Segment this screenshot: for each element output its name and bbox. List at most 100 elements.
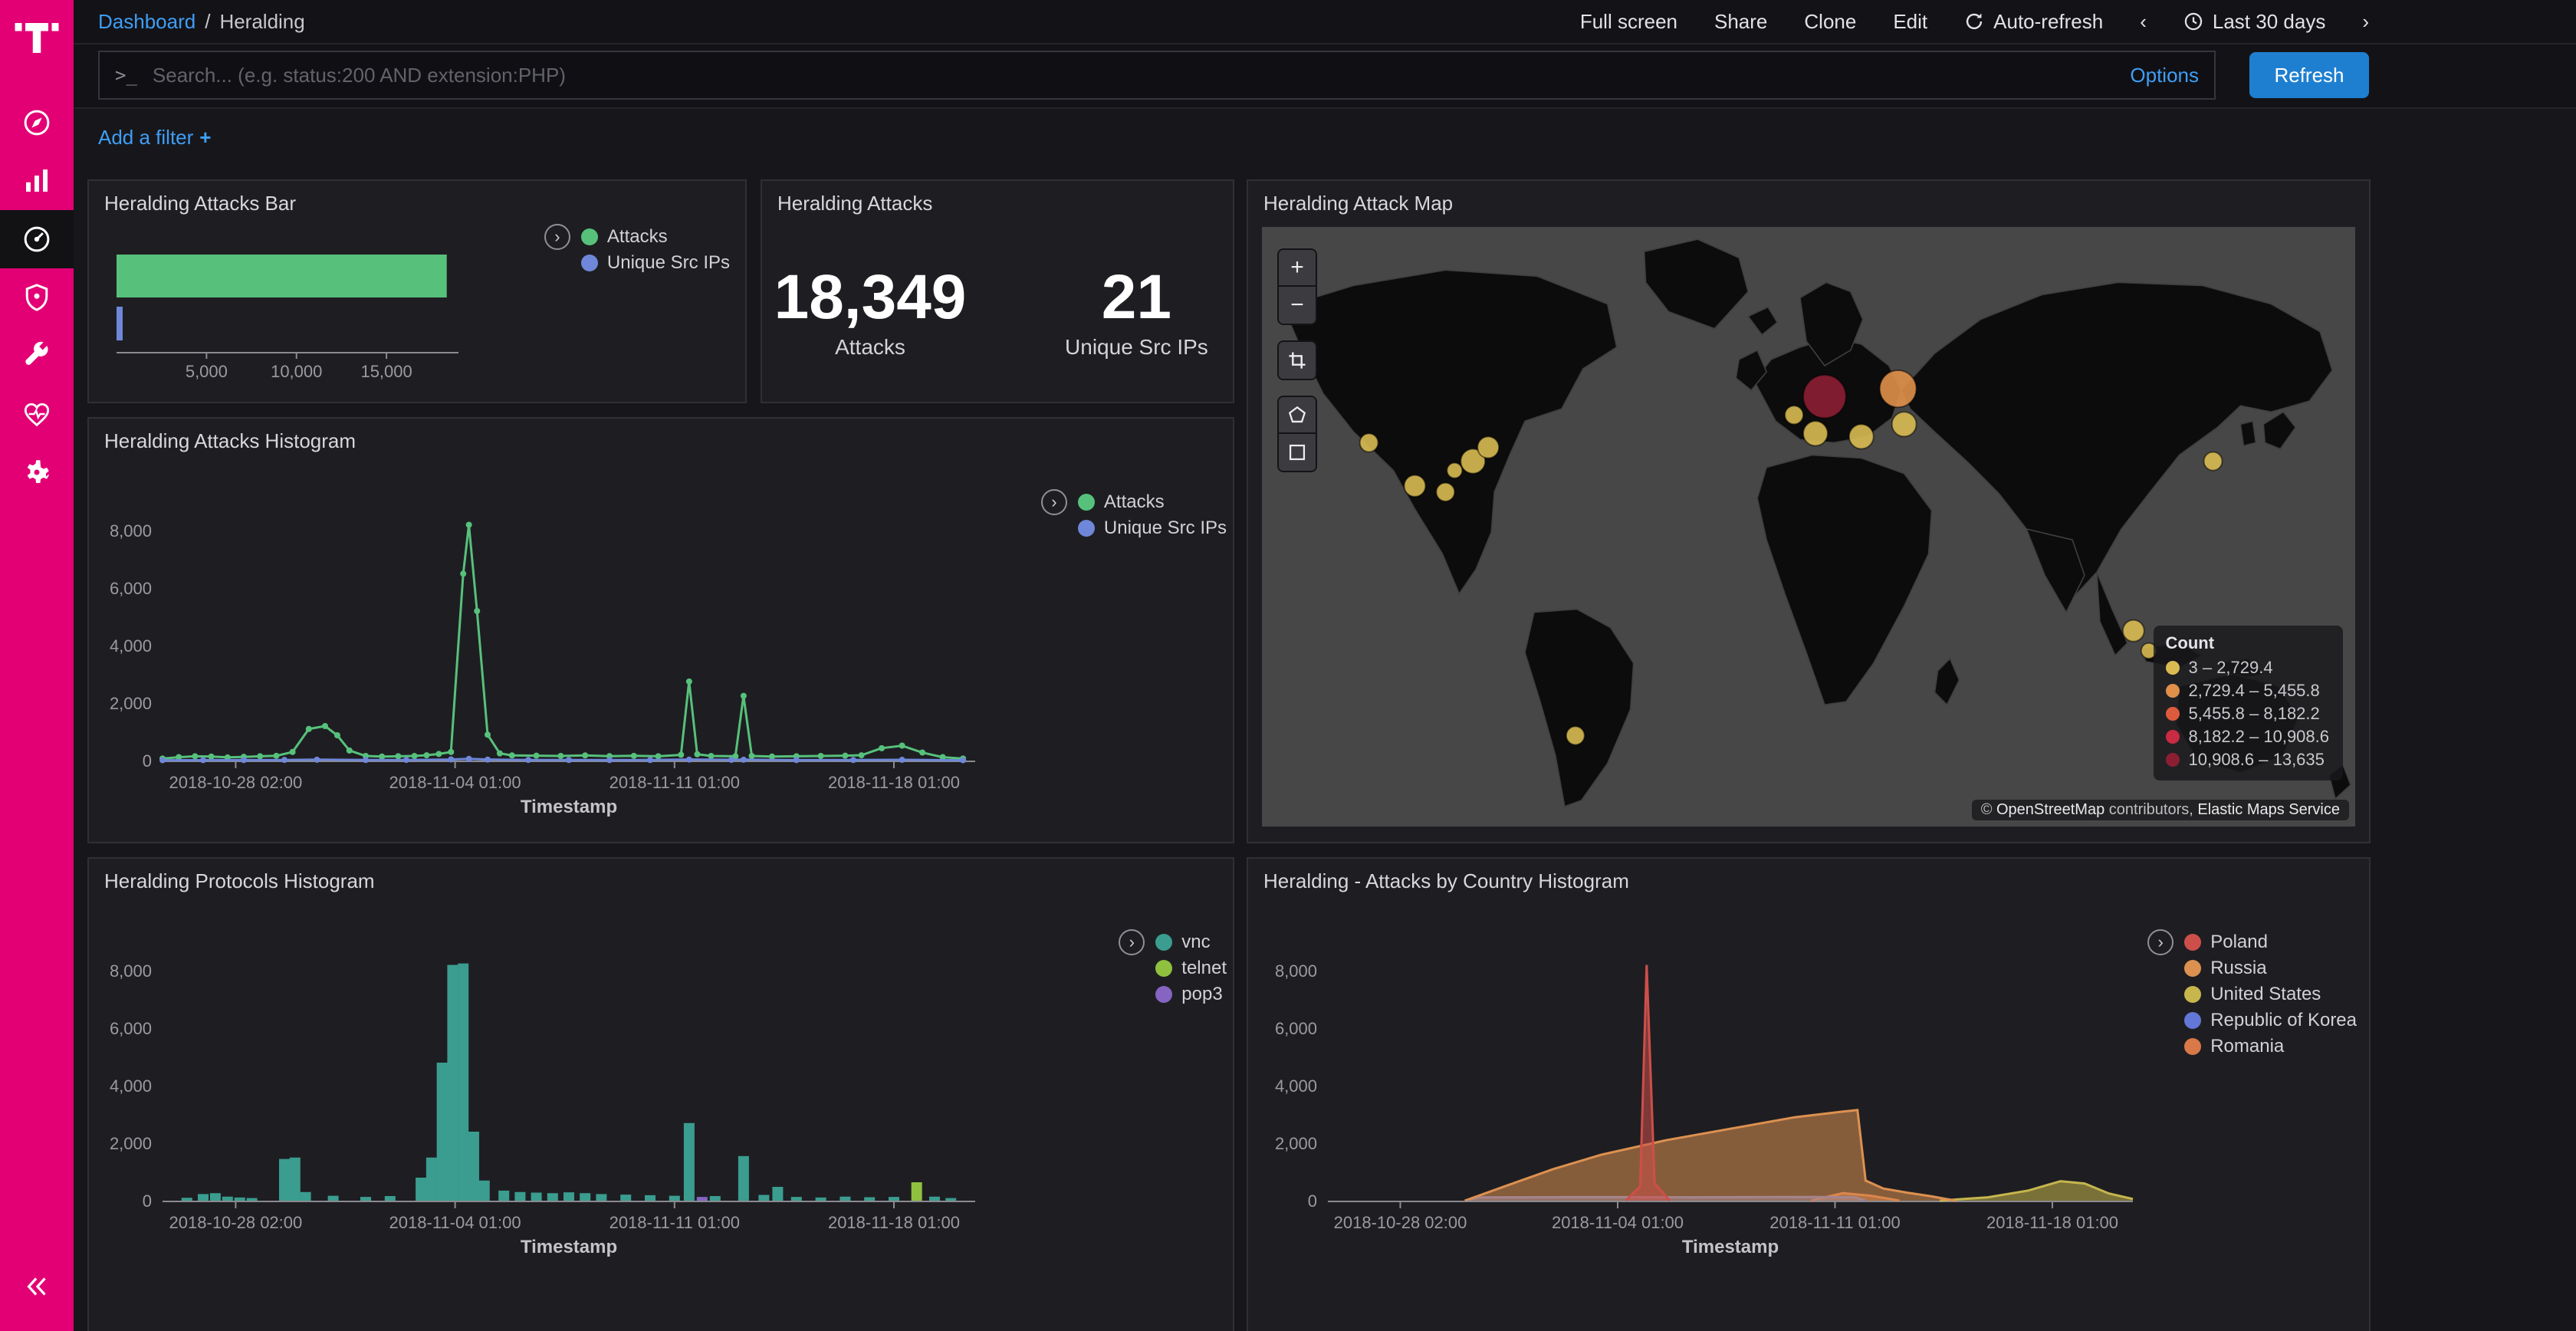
svg-text:0: 0 [143, 1191, 152, 1211]
attack-location-circle[interactable] [2204, 452, 2223, 471]
legend-toggle-button[interactable]: › [544, 224, 570, 250]
map-fit-data-button[interactable] [1279, 342, 1316, 379]
panel-heralding-attacks-bar: Heralding Attacks Bar 5,00010,00015,000 … [87, 179, 747, 403]
elastic-maps-service-link[interactable]: Elastic Maps Service [2197, 801, 2340, 818]
attack-location-circle[interactable] [1892, 412, 1917, 436]
legend-item[interactable]: Republic of Korea [2184, 1007, 2357, 1034]
svg-text:Timestamp: Timestamp [521, 797, 617, 817]
breadcrumb-dashboard-link[interactable]: Dashboard [98, 10, 196, 34]
legend-item[interactable]: telnet [1155, 955, 1227, 981]
legend-item[interactable]: Unique Src IPs [581, 250, 730, 276]
map-attribution: © OpenStreetMap contributors, Elastic Ma… [1972, 800, 2349, 820]
attack-location-circle[interactable] [1803, 421, 1828, 445]
attack-location-circle[interactable] [1404, 475, 1425, 497]
legend-item[interactable]: pop3 [1155, 981, 1227, 1007]
sidebar-item-discover[interactable] [0, 94, 74, 152]
legend-item[interactable]: Poland [2184, 929, 2357, 955]
full-screen-button[interactable]: Full screen [1580, 10, 1677, 34]
legend-item[interactable]: Romania [2184, 1034, 2357, 1060]
legend-color-dot [2166, 684, 2180, 698]
legend-item[interactable]: Attacks [1078, 489, 1227, 515]
refresh-button[interactable]: Refresh [2249, 52, 2369, 98]
attack-location-circle[interactable] [1803, 375, 1846, 418]
sidebar-collapse-button[interactable] [0, 1257, 74, 1316]
legend-item[interactable]: vnc [1155, 929, 1227, 955]
map-draw-polygon-button[interactable] [1279, 397, 1316, 434]
attack-location-circle[interactable] [1785, 406, 1803, 424]
legend-color-dot [581, 255, 598, 271]
attack-location-circle[interactable] [1849, 424, 1874, 449]
map-count-legend: Count 3 – 2,729.4 2,729.4 – 5,455.8 5,45… [2154, 626, 2344, 781]
chart-legend: › Attacks Unique Src IPs [544, 224, 730, 276]
svg-text:2,000: 2,000 [1275, 1134, 1317, 1153]
sidebar-item-visualize[interactable] [0, 152, 74, 210]
svg-text:0: 0 [1308, 1191, 1317, 1211]
map-legend-item: 3 – 2,729.4 [2166, 656, 2330, 679]
sidebar-item-dev-tools[interactable] [0, 327, 74, 385]
map-zoom-in-button[interactable]: + [1279, 250, 1316, 287]
legend-color-dot [2166, 730, 2180, 744]
panel-title: Heralding Attacks [762, 181, 1233, 222]
sidebar-item-security[interactable] [0, 268, 74, 327]
map-legend-title: Count [2166, 633, 2330, 653]
auto-refresh-button[interactable]: Auto-refresh [1964, 10, 2103, 34]
search-input[interactable] [150, 62, 2214, 89]
svg-text:4,000: 4,000 [1275, 1076, 1317, 1096]
sidebar-item-dashboard[interactable] [0, 210, 74, 268]
attack-location-circle[interactable] [2123, 620, 2144, 642]
query-options-link[interactable]: Options [2130, 64, 2199, 87]
attack-map[interactable]: + − [1262, 227, 2355, 827]
legend-item[interactable]: Unique Src IPs [1078, 515, 1227, 541]
legend-item[interactable]: United States [2184, 981, 2357, 1007]
share-button[interactable]: Share [1714, 10, 1767, 34]
attacks-bar-chart[interactable]: 5,00010,00015,000 [104, 224, 508, 399]
time-range-picker[interactable]: Last 30 days [2183, 10, 2325, 34]
add-filter-link[interactable]: Add a filter+ [98, 126, 211, 150]
breadcrumb-page: Heralding [219, 10, 304, 34]
map-legend-item: 2,729.4 – 5,455.8 [2166, 679, 2330, 702]
telekom-t-logo-icon [14, 14, 60, 60]
legend-color-dot [2184, 1038, 2201, 1055]
time-range-back-button[interactable]: ‹ [2140, 12, 2147, 31]
attack-location-circle[interactable] [1880, 370, 1917, 407]
svg-text:15,000: 15,000 [360, 362, 412, 381]
wrench-icon [21, 340, 53, 372]
attack-location-circle[interactable] [1436, 483, 1454, 501]
query-bar: >_ Options Refresh [74, 44, 2576, 109]
map-zoom-out-button[interactable]: − [1279, 287, 1316, 324]
protocols-bar-chart[interactable]: 02,0004,0006,0008,0002018-10-28 02:00201… [89, 902, 1233, 1331]
crop-icon [1287, 350, 1307, 370]
attack-location-circle[interactable] [1477, 436, 1499, 458]
panel-title: Heralding - Attacks by Country Histogram [1248, 859, 2369, 899]
panel-heralding-attack-map: Heralding Attack Map [1247, 179, 2371, 843]
filter-bar: Add a filter+ [74, 109, 2576, 167]
svg-text:2018-11-04 01:00: 2018-11-04 01:00 [389, 1213, 521, 1232]
time-range-forward-button[interactable]: › [2362, 12, 2369, 31]
edit-button[interactable]: Edit [1893, 10, 1927, 34]
legend-toggle-button[interactable]: › [2147, 929, 2174, 955]
attack-location-circle[interactable] [1566, 726, 1585, 744]
sidebar-item-monitoring[interactable] [0, 385, 74, 443]
gear-icon [21, 456, 53, 488]
telekom-t-logo[interactable] [14, 14, 60, 66]
legend-color-dot [2166, 661, 2180, 675]
legend-toggle-button[interactable]: › [1119, 929, 1145, 955]
svg-text:6,000: 6,000 [110, 1019, 152, 1038]
legend-color-dot [581, 228, 598, 245]
svg-text:2018-10-28 02:00: 2018-10-28 02:00 [169, 773, 303, 792]
map-legend-item: 8,182.2 – 10,908.6 [2166, 725, 2330, 748]
attack-location-circle[interactable] [1360, 433, 1378, 452]
panel-title: Heralding Protocols Histogram [89, 859, 1233, 899]
legend-item[interactable]: Attacks [581, 224, 730, 250]
sidebar-item-management[interactable] [0, 443, 74, 501]
openstreetmap-link[interactable]: OpenStreetMap [1996, 801, 2104, 818]
legend-toggle-button[interactable]: › [1041, 489, 1067, 515]
chart-legend: › vnc telnet pop3 [1119, 929, 1227, 1007]
clone-button[interactable]: Clone [1804, 10, 1856, 34]
legend-color-dot [2184, 934, 2201, 951]
metric-label: Unique Src IPs [1052, 335, 1221, 360]
legend-item[interactable]: Russia [2184, 955, 2357, 981]
clock-icon [2183, 12, 2203, 31]
attack-location-circle[interactable] [1447, 463, 1462, 478]
map-draw-rectangle-button[interactable] [1279, 434, 1316, 471]
